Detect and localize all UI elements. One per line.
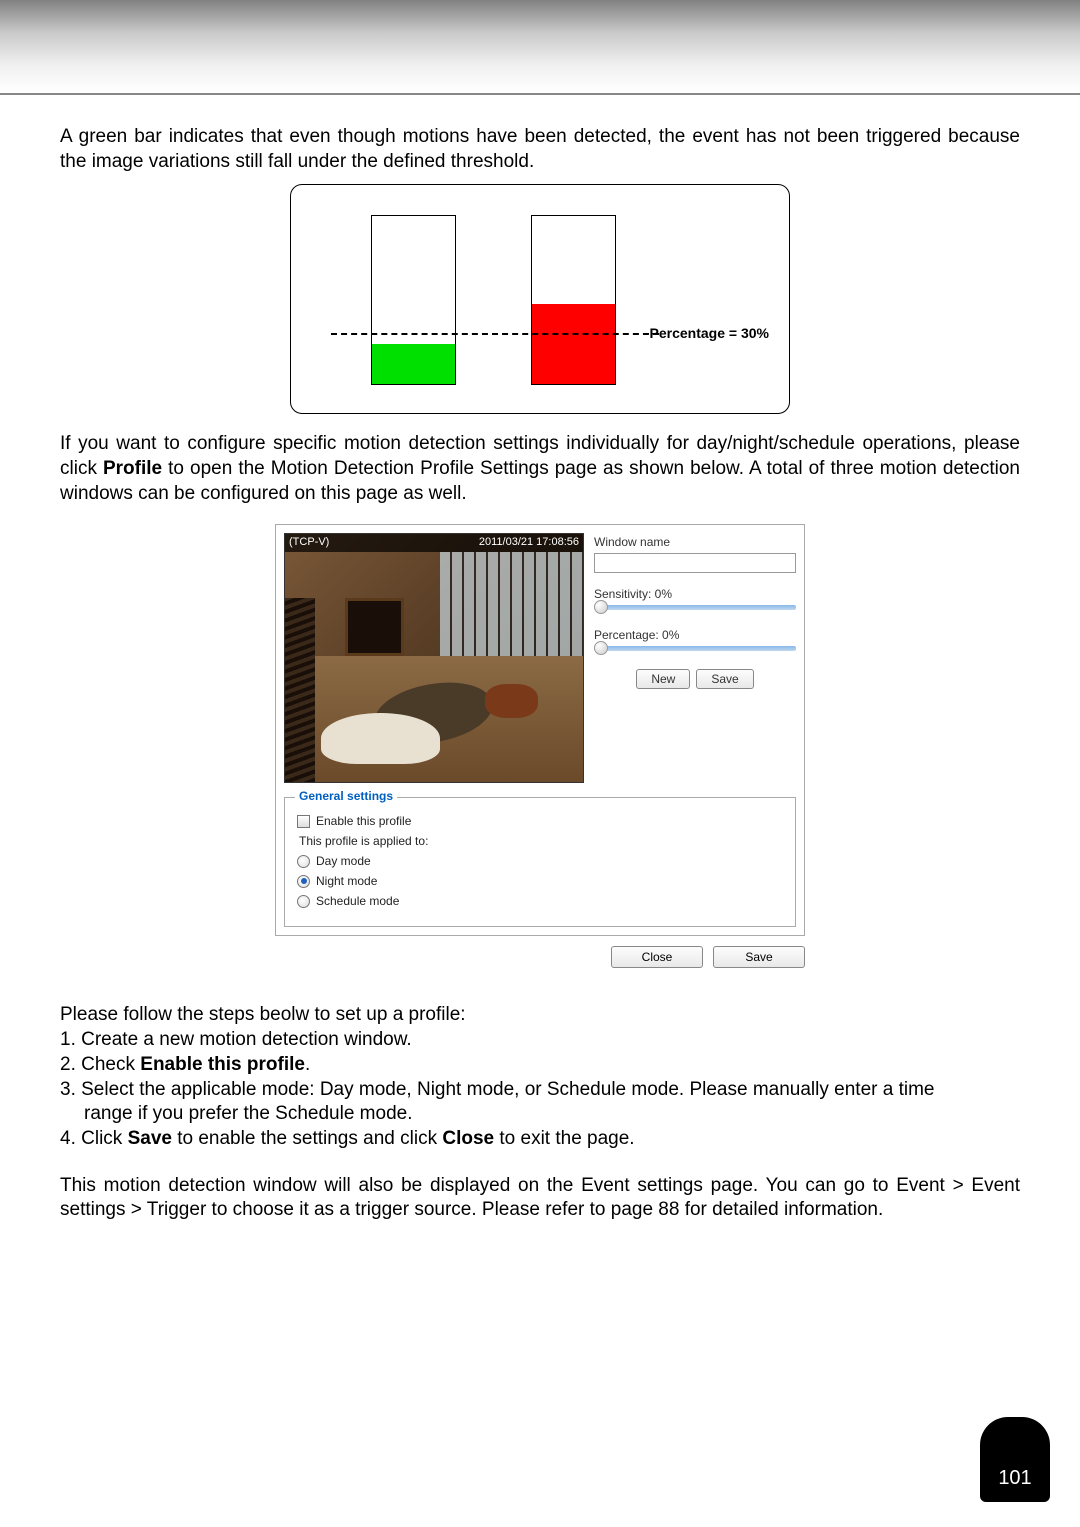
- para2-profile-bold: Profile: [103, 458, 162, 479]
- threshold-diagram: Percentage = 30%: [290, 184, 790, 414]
- green-bar-column: [371, 215, 456, 385]
- percentage-slider[interactable]: [594, 646, 796, 651]
- night-mode-row[interactable]: Night mode: [297, 874, 783, 888]
- sensitivity-thumb[interactable]: [594, 600, 608, 614]
- night-mode-radio[interactable]: [297, 875, 310, 888]
- window-name-input[interactable]: [594, 553, 796, 573]
- schedule-mode-label: Schedule mode: [316, 894, 399, 908]
- step-4: 4. Click Save to enable the settings and…: [60, 1127, 1020, 1152]
- general-settings-legend: General settings: [295, 789, 397, 803]
- steps-block: Please follow the steps beolw to set up …: [60, 1003, 1020, 1151]
- sensitivity-slider[interactable]: [594, 605, 796, 610]
- red-bar-column: [531, 215, 616, 385]
- controls-column: Window name Sensitivity: 0% Percentage: …: [594, 533, 796, 783]
- window-name-label: Window name: [594, 535, 796, 549]
- profile-settings-panel: (TCP-V) 2011/03/21 17:08:56 Window n: [275, 524, 805, 968]
- enable-profile-checkbox[interactable]: [297, 815, 310, 828]
- new-button[interactable]: New: [636, 669, 690, 689]
- schedule-mode-radio[interactable]: [297, 895, 310, 908]
- applied-to-label: This profile is applied to:: [299, 834, 783, 848]
- percentage-thumb[interactable]: [594, 641, 608, 655]
- page-number: 101: [998, 1467, 1031, 1490]
- day-mode-row[interactable]: Day mode: [297, 854, 783, 868]
- close-button[interactable]: Close: [611, 946, 703, 968]
- enable-profile-label: Enable this profile: [316, 814, 411, 828]
- page-number-badge: 101: [980, 1417, 1050, 1502]
- day-mode-label: Day mode: [316, 854, 371, 868]
- green-fill: [372, 344, 455, 384]
- step-3a: 3. Select the applicable mode: Day mode,…: [60, 1078, 1020, 1103]
- red-fill: [532, 304, 615, 384]
- profile-settings-inner: (TCP-V) 2011/03/21 17:08:56 Window n: [275, 524, 805, 936]
- save-button[interactable]: Save: [713, 946, 805, 968]
- video-timestamp: 2011/03/21 17:08:56: [479, 536, 579, 550]
- save-button-inner[interactable]: Save: [696, 669, 753, 689]
- schedule-mode-row[interactable]: Schedule mode: [297, 894, 783, 908]
- steps-intro: Please follow the steps beolw to set up …: [60, 1003, 1020, 1028]
- step-3b: range if you prefer the Schedule mode.: [60, 1102, 1020, 1127]
- paragraph-event-settings: This motion detection window will also b…: [60, 1174, 1020, 1223]
- step-2: 2. Check Enable this profile.: [60, 1053, 1020, 1078]
- paragraph-green-bar: A green bar indicates that even though m…: [60, 125, 1020, 174]
- sensitivity-label: Sensitivity: 0%: [594, 587, 796, 601]
- general-settings-fieldset: General settings Enable this profile Thi…: [284, 797, 796, 927]
- video-preview[interactable]: (TCP-V) 2011/03/21 17:08:56: [284, 533, 584, 783]
- bottom-button-row: Close Save: [275, 946, 805, 968]
- page-content: A green bar indicates that even though m…: [0, 95, 1080, 1223]
- threshold-line: [331, 333, 659, 335]
- percentage-label: Percentage = 30%: [650, 325, 769, 341]
- enable-profile-row[interactable]: Enable this profile: [297, 814, 783, 828]
- para2-c: to open the Motion Detection Profile Set…: [60, 458, 1020, 504]
- header-gradient: [0, 0, 1080, 95]
- night-mode-label: Night mode: [316, 874, 377, 888]
- percentage-ctrl-label: Percentage: 0%: [594, 628, 796, 642]
- day-mode-radio[interactable]: [297, 855, 310, 868]
- video-interior: [285, 552, 583, 782]
- video-title: (TCP-V): [289, 536, 329, 550]
- paragraph-profile: If you want to configure specific motion…: [60, 432, 1020, 506]
- step-1: 1. Create a new motion detection window.: [60, 1028, 1020, 1053]
- video-banner: (TCP-V) 2011/03/21 17:08:56: [285, 534, 583, 552]
